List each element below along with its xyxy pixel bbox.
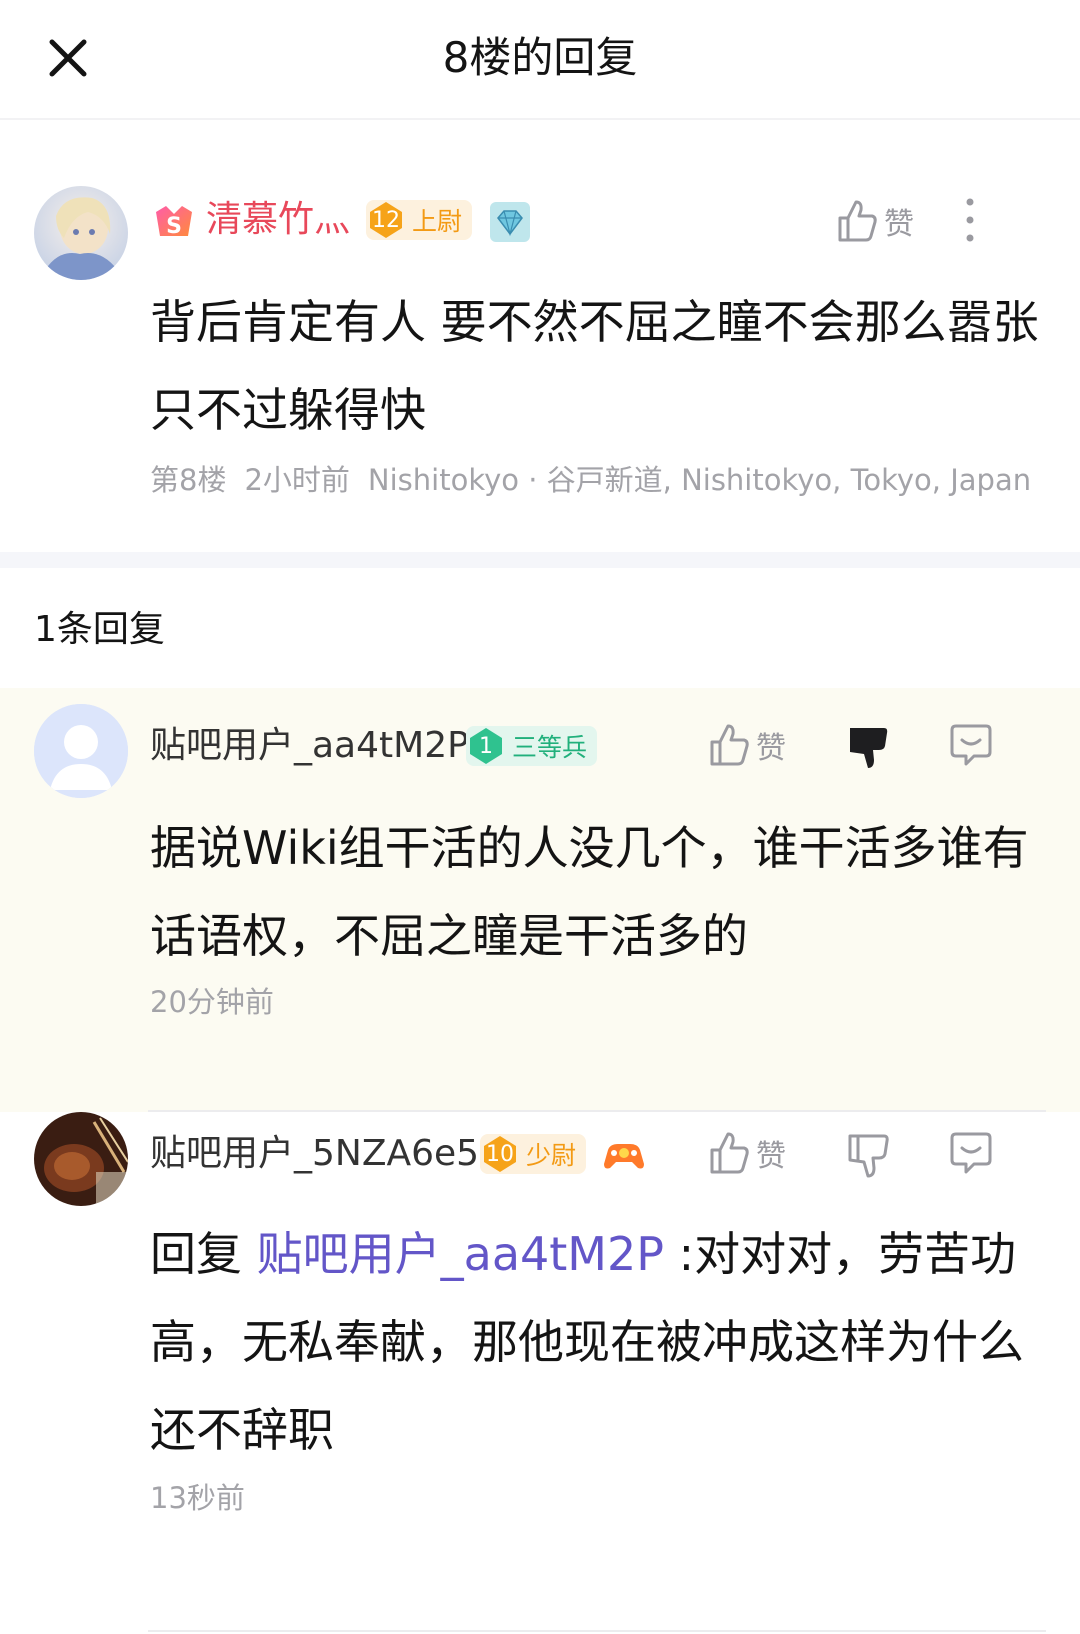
reply-text: 回复 贴吧用户_aa4tM2P :对对对，劳苦功高，无私奉献，那他现在被冲成这样… [150,1210,1050,1474]
game-badge-icon [602,1136,646,1176]
avatar[interactable] [34,704,128,798]
level-badge: 1 三等兵 [466,726,598,766]
level-badge: 12 上尉 [366,200,473,240]
level-title: 上尉 [412,207,463,236]
dislike-icon[interactable] [846,1132,890,1178]
avatar[interactable] [34,1112,128,1206]
reply-text: 据说Wiki组干活的人没几个，谁干活多谁有话语权，不屈之瞳是干活多的 [150,821,1029,963]
like-button[interactable]: 赞 [708,722,786,768]
more-options-icon[interactable] [956,196,984,244]
level-badge: 10 少尉 [480,1134,587,1174]
level-num-icon: 10 [480,1134,520,1174]
thumbs-up-icon [838,200,877,242]
like-button[interactable]: 赞 [708,1130,786,1176]
username[interactable]: 清慕竹灬 [206,196,350,244]
top-bar: 8楼的回复 [0,0,1080,120]
username[interactable]: 贴吧用户_aa4tM2P [150,722,469,770]
post-text: 背后肯定有人 要不然不屈之瞳不会那么嚣张 只不过躲得快 [150,295,1039,437]
comment-icon[interactable] [948,1130,994,1176]
level-num-icon: 12 [366,200,406,240]
reply-item: 贴吧用户_aa4tM2P 1 三等兵 赞 据说Wiki组干活的人没几个，谁干活多… [0,688,1080,1112]
reply-item: 贴吧用户_5NZA6e5 10 少尉 赞 回复 贴吧用户_aa4tM2P :对对… [0,1112,1080,1634]
divider [148,1630,1046,1632]
post-time: 2小时前 [244,463,350,497]
reply-prefix: 回复 [150,1227,257,1281]
avatar[interactable] [34,186,128,280]
svg-text:S: S [166,214,182,239]
floor-label: 第8楼 [150,463,227,497]
like-button[interactable]: 赞 [836,198,914,244]
post-location: Nishitokyo · 谷戸新道, Nishitokyo, Tokyo, Ja… [367,463,1032,497]
vip-badge-icon: S [152,202,196,242]
main-post: S 清慕竹灬 12 上尉 赞 背后肯定有人 要不然不屈之瞳不会那么嚣张 只不过躲… [0,120,1080,552]
diamond-badge-icon [490,202,530,242]
level-title: 少尉 [526,1141,577,1170]
section-divider [0,552,1080,568]
level-num-icon: 1 [466,726,506,766]
comment-icon[interactable] [948,722,994,768]
reply-count: 1条回复 [34,609,165,650]
page-title: 8楼的回复 [442,33,638,82]
reply-time: 20分钟前 [150,985,274,1019]
username[interactable]: 贴吧用户_5NZA6e5 [150,1130,479,1178]
thumbs-up-icon [710,1132,749,1174]
mention-link[interactable]: 贴吧用户_aa4tM2P [257,1227,664,1281]
level-title: 三等兵 [512,733,588,762]
dislike-icon[interactable] [846,724,890,770]
reply-time: 13秒前 [150,1481,245,1515]
thumbs-up-icon [710,724,749,766]
post-meta: 第8楼 2小时前 Nishitokyo · 谷戸新道, Nishitokyo, To… [150,460,1049,500]
